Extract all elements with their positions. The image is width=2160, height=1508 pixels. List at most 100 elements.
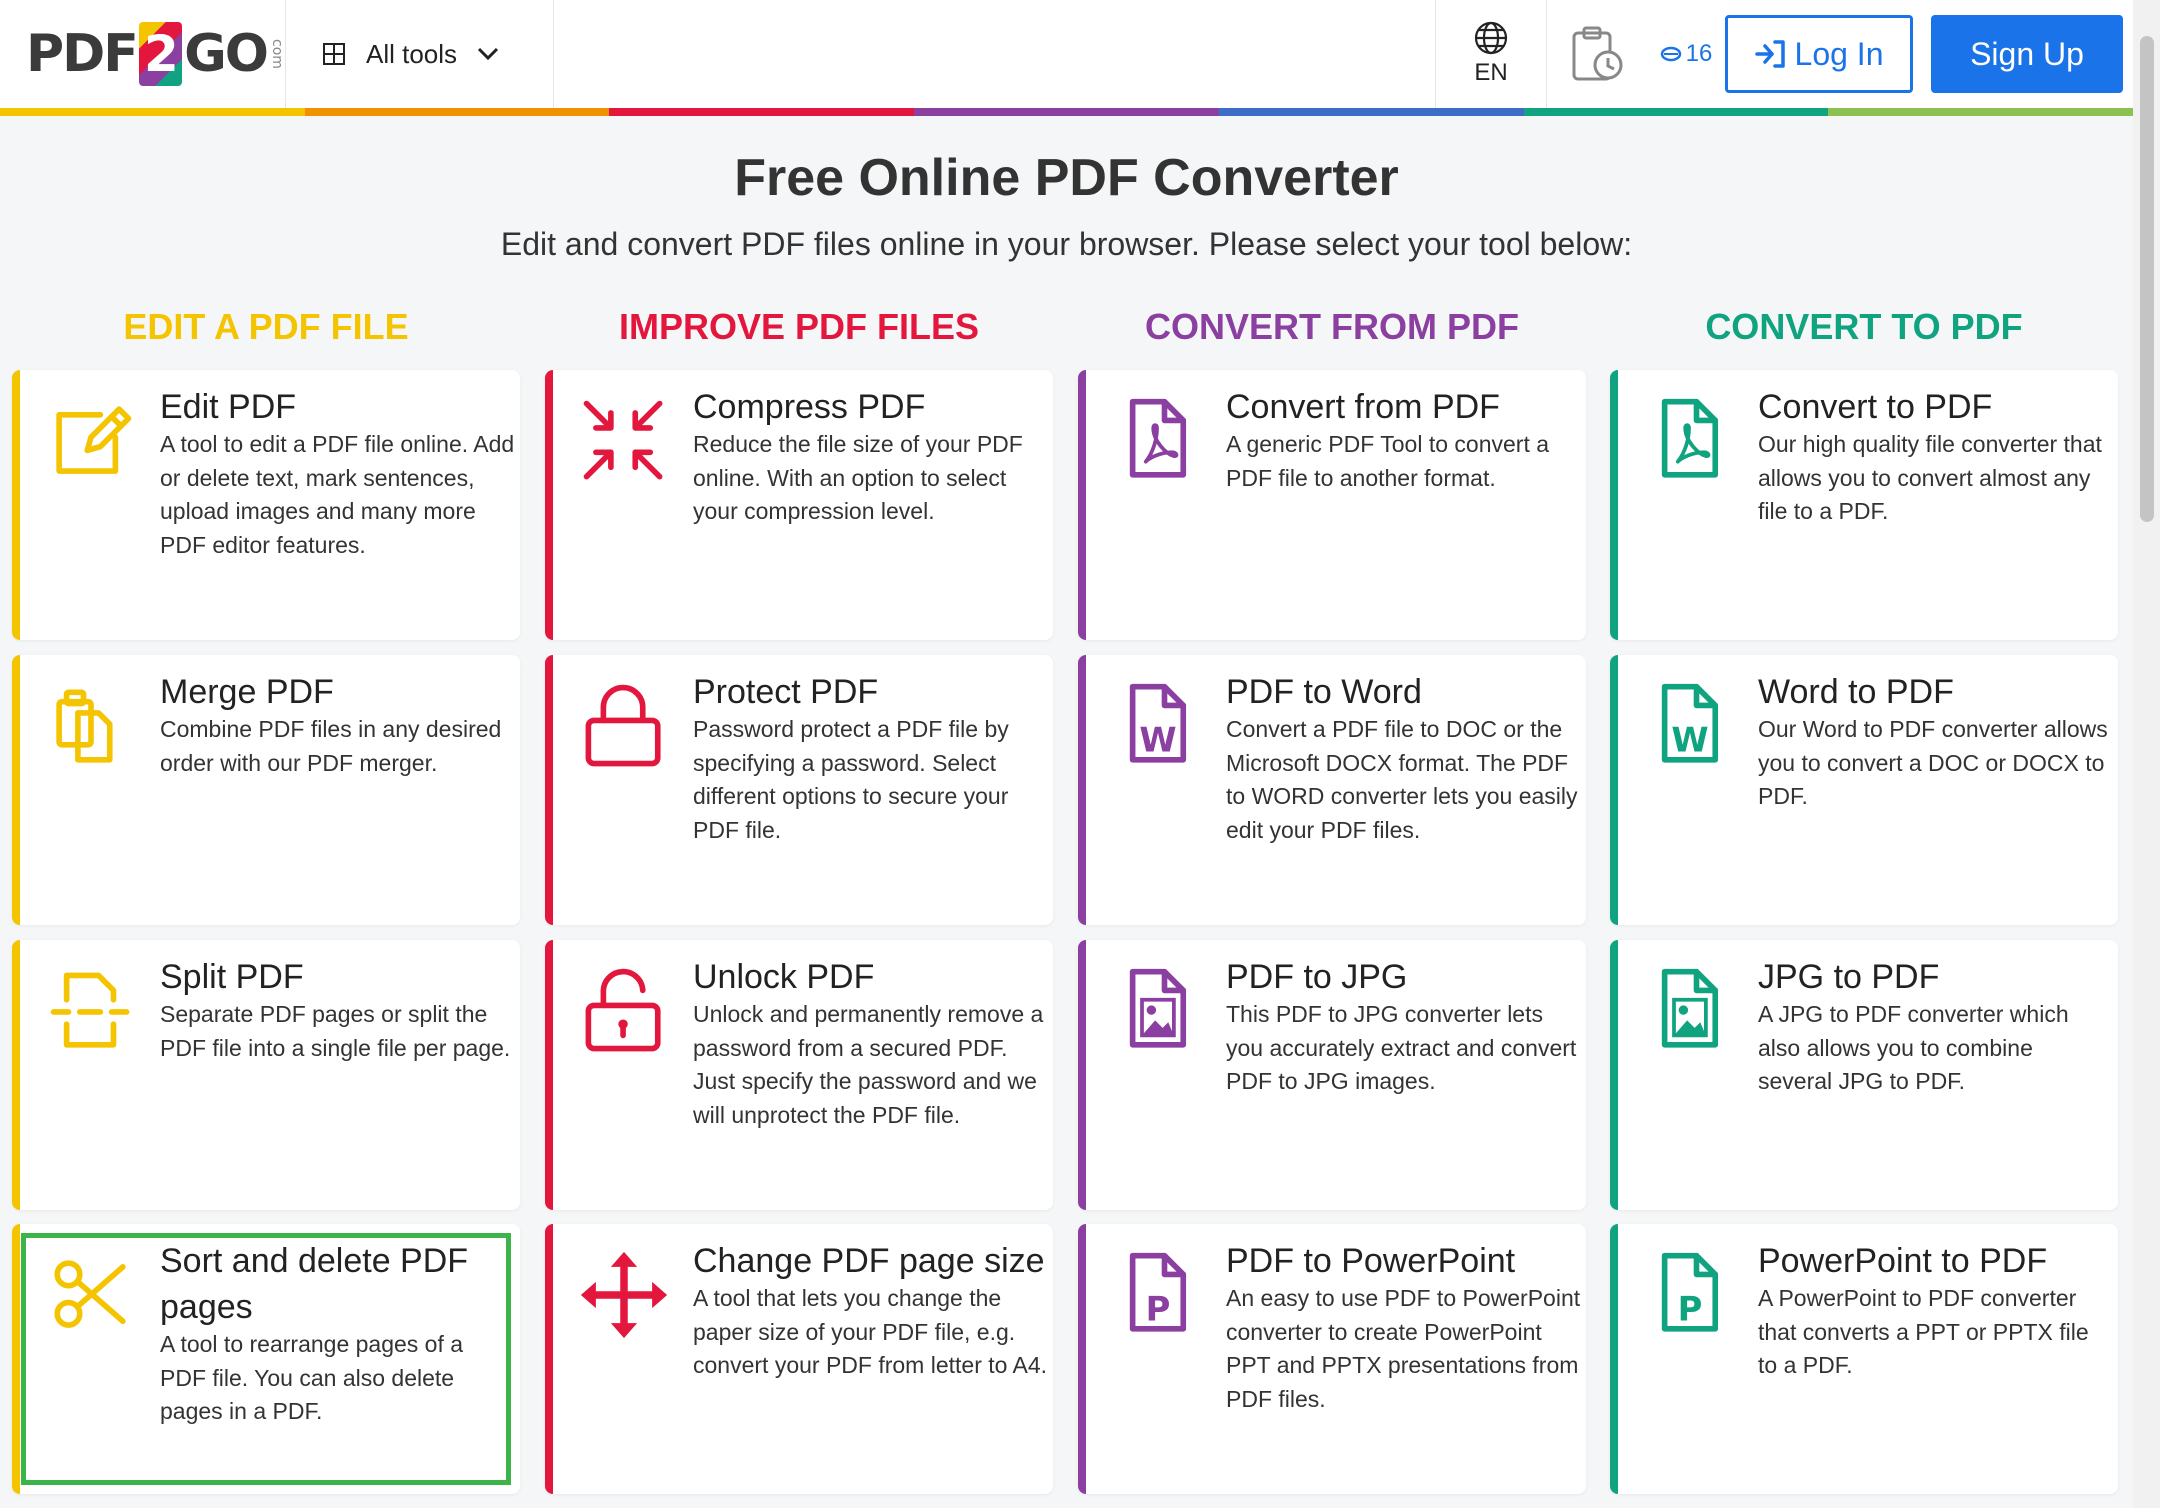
word-file-icon: W xyxy=(1129,683,1187,763)
image-file-icon xyxy=(1129,968,1187,1048)
page-title: Free Online PDF Converter xyxy=(734,149,1399,207)
language-code: EN xyxy=(1474,59,1508,86)
tool-card-pdf-to-powerpoint[interactable]: P PDF to PowerPoint An easy to use PDF to … xyxy=(1078,1224,1586,1494)
top-header: PDF 2 GO com All tools EN 16 Log In Sign… xyxy=(0,0,2133,108)
tool-card-word-to-pdf[interactable]: W Word to PDF Our Word to PDF converter al… xyxy=(1610,655,2118,925)
powerpoint-file-icon: P xyxy=(1661,1252,1719,1332)
chevron-down-icon xyxy=(477,47,499,61)
logo-text-com: com xyxy=(269,39,285,69)
tool-title: Convert from PDF xyxy=(1226,388,1500,426)
compress-icon xyxy=(583,400,663,480)
tool-description: Reduce the file size of your PDF online.… xyxy=(693,431,1023,524)
tool-title: Split PDF xyxy=(160,958,304,996)
tool-title: Word to PDF xyxy=(1758,673,1954,711)
svg-text:W: W xyxy=(1139,720,1176,759)
tool-card-split-pdf[interactable]: Split PDF Separate PDF pages or split the… xyxy=(12,940,520,1210)
all-tools-label: All tools xyxy=(366,38,458,69)
tool-description: Separate PDF pages or split the PDF file… xyxy=(160,1001,511,1061)
tool-description: A PowerPoint to PDF converter that conve… xyxy=(1758,1285,2089,1378)
page-subtitle: Edit and convert PDF files online in you… xyxy=(500,226,1633,262)
pdf-file-icon xyxy=(1661,398,1719,478)
tool-card-change-pdf-page-size[interactable]: Change PDF page size A tool that lets you… xyxy=(545,1224,1053,1494)
logo-text-go: GO xyxy=(184,24,269,84)
credits-count: 16 xyxy=(1685,40,1713,67)
signup-button[interactable]: Sign Up xyxy=(1931,15,2123,93)
tool-description: This PDF to JPG converter lets you accur… xyxy=(1226,1001,1577,1094)
resize-arrows-icon xyxy=(580,1251,668,1339)
split-icon xyxy=(50,972,130,1048)
lock-icon xyxy=(585,684,661,767)
clipboard-clock-icon xyxy=(1572,26,1623,81)
sign-in-icon xyxy=(1754,40,1785,68)
tool-title: Edit PDF xyxy=(160,388,297,426)
tool-title: Change PDF page size xyxy=(693,1242,1045,1280)
login-button[interactable]: Log In xyxy=(1725,15,1913,93)
unlock-icon xyxy=(585,968,661,1052)
logo-text-2: 2 xyxy=(138,22,183,86)
edit-icon xyxy=(56,406,132,474)
tool-title: Merge PDF xyxy=(160,673,334,711)
tool-description: Our Word to PDF converter allows you to … xyxy=(1758,716,2108,809)
tool-card-convert-from-pdf[interactable]: Convert from PDF A generic PDF Tool to co… xyxy=(1078,370,1586,640)
page-scrollbar[interactable] xyxy=(2133,0,2160,1508)
tool-card-compress-pdf[interactable]: Compress PDF Reduce the file size of your… xyxy=(545,370,1053,640)
pdf-file-icon xyxy=(1129,398,1187,478)
tool-card-edit-pdf[interactable]: Edit PDF A tool to edit a PDF file online… xyxy=(12,370,520,640)
svg-text:P: P xyxy=(1146,1289,1171,1328)
tool-card-powerpoint-to-pdf[interactable]: P PowerPoint to PDF A PowerPoint to PDF co… xyxy=(1610,1224,2118,1494)
tool-card-merge-pdf[interactable]: Merge PDF Combine PDF files in any desire… xyxy=(12,655,520,925)
powerpoint-file-icon: P xyxy=(1129,1252,1187,1332)
scissors-icon xyxy=(54,1260,126,1328)
svg-text:W: W xyxy=(1671,720,1708,759)
tool-card-pdf-to-word[interactable]: W PDF to Word Convert a PDF file to DOC or… xyxy=(1078,655,1586,925)
tool-description: A JPG to PDF converter which also allows… xyxy=(1758,1001,2069,1094)
tool-title: Sort and delete PDF pages xyxy=(160,1242,469,1326)
tool-title: Protect PDF xyxy=(693,673,879,711)
tool-title: PDF to JPG xyxy=(1226,958,1408,996)
login-label: Log In xyxy=(1794,35,1884,72)
tool-title: PDF to Word xyxy=(1226,673,1422,711)
credits-indicator[interactable]: 16 xyxy=(1647,0,1725,108)
tool-title: Convert to PDF xyxy=(1758,388,1993,426)
language-selector[interactable]: EN xyxy=(1435,0,1547,108)
tool-title: JPG to PDF xyxy=(1758,958,1940,996)
tool-title: PDF to PowerPoint xyxy=(1226,1242,1516,1280)
tool-description: Our high quality file converter that all… xyxy=(1758,431,2102,524)
signup-label: Sign Up xyxy=(1970,35,2084,72)
tool-card-convert-to-pdf[interactable]: Convert to PDF Our high quality file conv… xyxy=(1610,370,2118,640)
logo-text-pdf: PDF xyxy=(26,24,139,84)
tool-description: A generic PDF Tool to convert a PDF file… xyxy=(1226,431,1550,491)
history-button[interactable] xyxy=(1547,0,1647,108)
tool-description: A tool to edit a PDF file online. Add or… xyxy=(160,431,515,558)
tool-description: An easy to use PDF to PowerPoint convert… xyxy=(1226,1285,1581,1412)
tool-description: Unlock and permanently remove a password… xyxy=(693,1001,1044,1128)
tool-card-unlock-pdf[interactable]: Unlock PDF Unlock and permanently remove … xyxy=(545,940,1053,1210)
word-file-icon: W xyxy=(1661,683,1719,763)
image-file-icon xyxy=(1661,968,1719,1048)
tool-card-pdf-to-jpg[interactable]: PDF to JPG This PDF to JPG converter lets… xyxy=(1078,940,1586,1210)
tool-description: A tool that lets you change the paper si… xyxy=(693,1285,1048,1378)
tool-description: Combine PDF files in any desired order w… xyxy=(160,716,502,776)
all-tools-menu[interactable]: All tools xyxy=(286,0,554,108)
tool-title: PowerPoint to PDF xyxy=(1758,1242,2048,1280)
column-heading-edit: EDIT A PDF FILE xyxy=(123,306,409,347)
tool-description: A tool to rearrange pages of a PDF file.… xyxy=(160,1331,464,1424)
globe-icon xyxy=(1474,21,1508,55)
tool-card-sort-and-delete-pdf-pages[interactable]: Sort and delete PDF pages A tool to rearr… xyxy=(12,1224,520,1494)
pdf2go-logo[interactable]: PDF 2 GO com xyxy=(0,0,286,108)
category-color-bar xyxy=(0,108,2134,116)
scrollbar-thumb[interactable] xyxy=(2140,36,2154,522)
tool-description: Convert a PDF file to DOC or the Microso… xyxy=(1226,716,1578,843)
tool-card-protect-pdf[interactable]: Protect PDF Password protect a PDF file b… xyxy=(545,655,1053,925)
column-heading-improve: IMPROVE PDF FILES xyxy=(618,306,980,347)
tool-title: Unlock PDF xyxy=(693,958,875,996)
coin-icon xyxy=(1660,46,1681,62)
tool-description: Password protect a PDF file by specifyin… xyxy=(693,716,1009,843)
tool-title: Compress PDF xyxy=(693,388,926,426)
svg-text:P: P xyxy=(1678,1289,1703,1328)
column-heading-convert-from: CONVERT FROM PDF xyxy=(1145,306,1519,347)
column-heading-convert-to: CONVERT TO PDF xyxy=(1705,306,2023,347)
merge-icon xyxy=(56,689,113,763)
grid-icon xyxy=(323,43,345,65)
tool-card-jpg-to-pdf[interactable]: JPG to PDF A JPG to PDF converter which a… xyxy=(1610,940,2118,1210)
